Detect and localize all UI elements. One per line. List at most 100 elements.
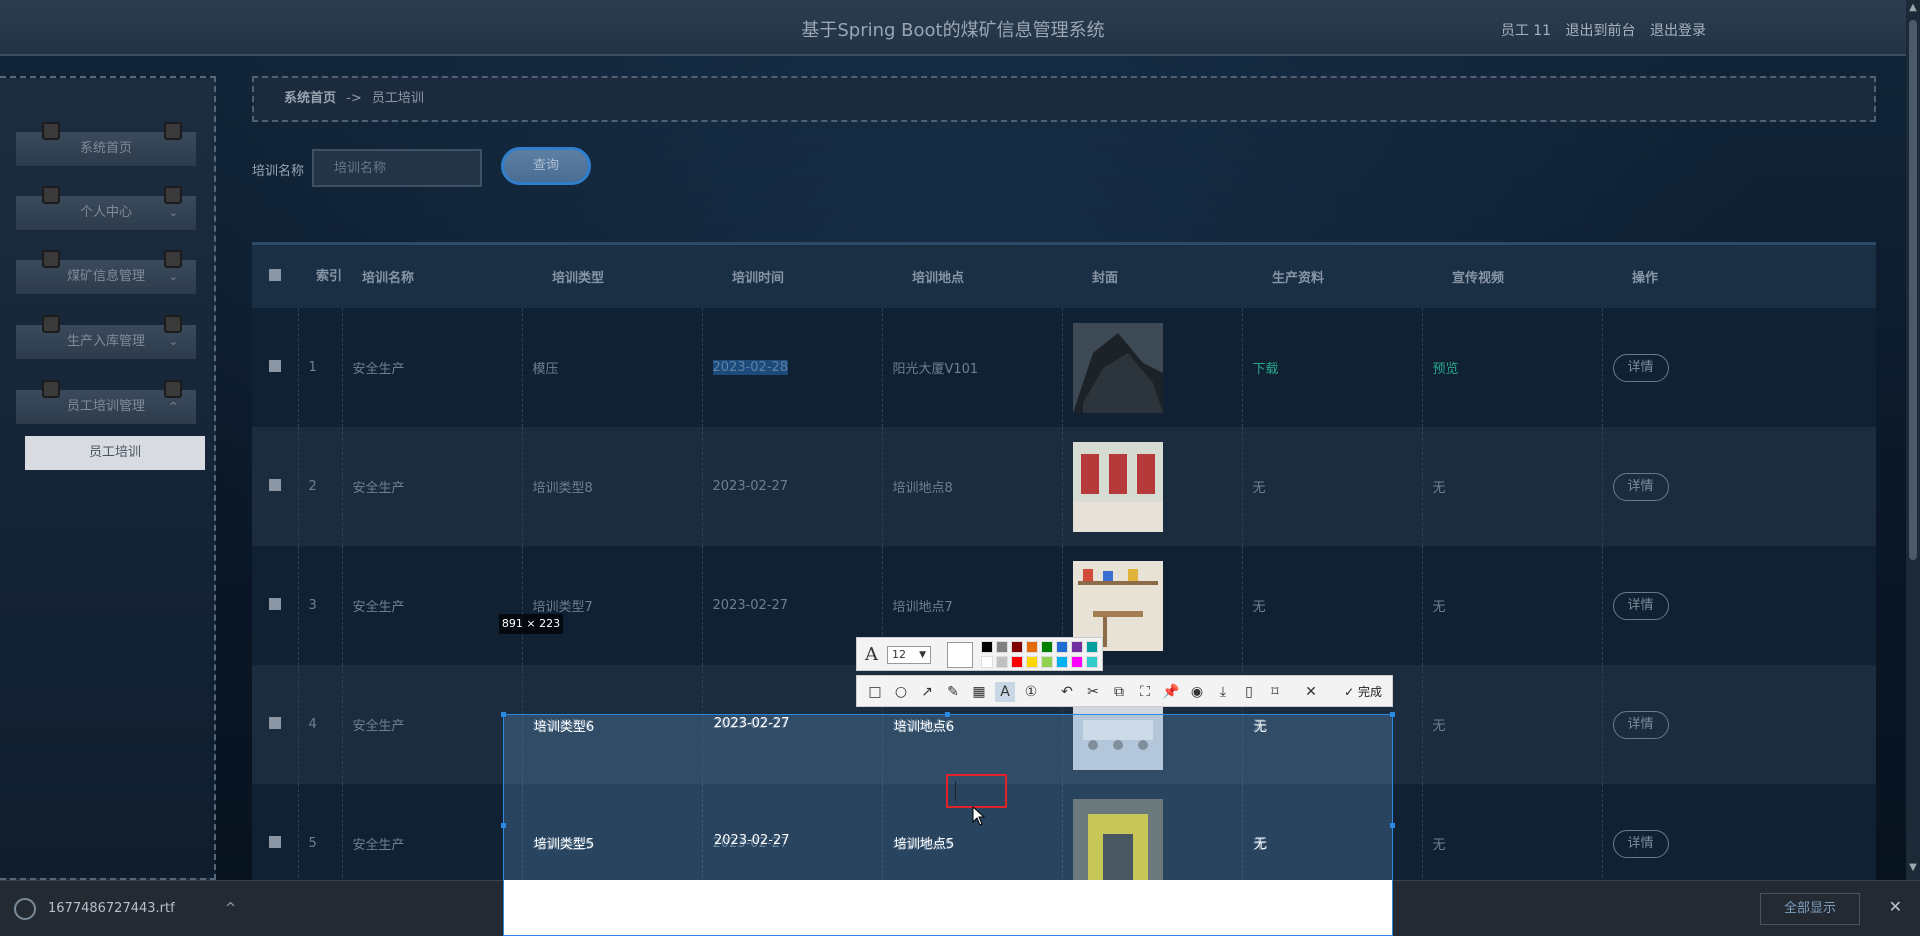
- select-all-checkbox[interactable]: [252, 245, 298, 308]
- color-swatch[interactable]: [1071, 656, 1083, 668]
- bookmark-icon[interactable]: ⌑: [1265, 682, 1285, 702]
- close-download-bar-icon[interactable]: ✕: [1889, 897, 1902, 916]
- chevron-down-icon: ⌄: [168, 270, 178, 283]
- detail-button[interactable]: 详情: [1612, 710, 1669, 739]
- row-cover: [1061, 308, 1242, 427]
- user-name: 员工 11: [1500, 23, 1552, 39]
- mouse-cursor-icon: [972, 806, 986, 826]
- detail-button[interactable]: 详情: [1612, 829, 1669, 858]
- ellipse-tool-icon[interactable]: ○: [891, 682, 911, 702]
- color-swatch[interactable]: [1026, 656, 1038, 668]
- font-size-select[interactable]: 12 ▼: [887, 646, 931, 664]
- page-scrollbar[interactable]: ▲ ▼: [1906, 0, 1920, 880]
- resize-handle[interactable]: [501, 823, 506, 828]
- color-swatch[interactable]: [1056, 656, 1068, 668]
- show-all-downloads-button[interactable]: 全部显示: [1760, 893, 1860, 925]
- screen-capture-icon[interactable]: ⛶: [1135, 682, 1155, 702]
- color-swatch[interactable]: [1026, 641, 1038, 653]
- scroll-thumb[interactable]: [1909, 20, 1917, 560]
- logout-link[interactable]: 退出登录: [1650, 23, 1706, 39]
- current-color-swatch[interactable]: [947, 642, 973, 668]
- resize-handle[interactable]: [1390, 823, 1395, 828]
- color-swatch[interactable]: [1086, 641, 1098, 653]
- cut-icon[interactable]: ✂: [1083, 682, 1103, 702]
- download-link[interactable]: 下载: [1253, 362, 1279, 377]
- color-swatch[interactable]: [1056, 641, 1068, 653]
- scroll-down-arrow-icon[interactable]: ▼: [1908, 862, 1918, 873]
- row-video: 预览: [1421, 308, 1602, 427]
- screenshot-toolbar: □ ○ ↗ ✎ ▦ A ① ↶ ✂ ⧉ ⛶ 📌 ◉ ⤓ ▯ ⌑ ✕ ✓ 完成: [856, 675, 1393, 707]
- breadcrumb-current: 员工培训: [371, 91, 424, 106]
- row-checkbox[interactable]: [252, 427, 298, 546]
- scroll-up-arrow-icon[interactable]: ▲: [1908, 2, 1918, 13]
- row-place: 培训地点8: [881, 427, 1062, 546]
- row-checkbox[interactable]: [252, 665, 298, 784]
- row-material: 下载: [1241, 308, 1422, 427]
- clip-icon: [42, 380, 60, 398]
- breadcrumb-home[interactable]: 系统首页: [284, 91, 336, 106]
- header-user-area: 员工 11 退出到前台 退出登录: [1491, 20, 1706, 40]
- mosaic-tool-icon[interactable]: ▦: [969, 682, 989, 702]
- sidebar-item-home[interactable]: 系统首页: [16, 122, 196, 166]
- row-cover: [1061, 427, 1242, 546]
- color-swatch[interactable]: [996, 656, 1008, 668]
- back-to-front-link[interactable]: 退出到前台: [1566, 23, 1636, 39]
- resize-handle[interactable]: [1390, 712, 1395, 717]
- sidebar-item-label: 系统首页: [79, 141, 132, 156]
- sidebar-item-coal-info[interactable]: 煤矿信息管理 ⌄: [16, 250, 196, 294]
- ocr-icon[interactable]: ⧉: [1109, 682, 1129, 702]
- clip-icon: [42, 122, 60, 140]
- sidebar-item-personal-center[interactable]: 个人中心 ⌄: [16, 186, 196, 230]
- color-swatch[interactable]: [981, 641, 993, 653]
- resize-handle[interactable]: [501, 712, 506, 717]
- download-filename: 1677486727443.rtf: [48, 901, 175, 916]
- arrow-tool-icon[interactable]: ↗: [917, 682, 937, 702]
- row-checkbox[interactable]: [252, 308, 298, 427]
- text-tool-icon[interactable]: A: [995, 682, 1015, 702]
- download-item[interactable]: 1677486727443.rtf ^: [12, 891, 236, 927]
- detail-button[interactable]: 详情: [1612, 472, 1669, 501]
- color-swatch[interactable]: [981, 656, 993, 668]
- sidebar-item-production-storage[interactable]: 生产入库管理 ⌄: [16, 315, 196, 359]
- app-header: 基于Spring Boot的煤矿信息管理系统 员工 11 退出到前台 退出登录: [0, 0, 1906, 56]
- color-swatch[interactable]: [1011, 656, 1023, 668]
- selection-size-label: 891 × 223: [499, 614, 563, 634]
- row-index: 2: [297, 427, 342, 546]
- sidebar-item-training-management[interactable]: 员工培训管理 ^: [16, 380, 196, 424]
- cover-image: [1072, 322, 1163, 413]
- pin-icon[interactable]: 📌: [1161, 682, 1181, 702]
- done-button[interactable]: ✓ 完成: [1344, 682, 1382, 702]
- row-material: 无: [1241, 546, 1422, 665]
- col-header-action: 操作: [1602, 245, 1876, 308]
- color-swatch[interactable]: [1071, 641, 1083, 653]
- breadcrumb-separator: ->: [346, 91, 362, 106]
- color-swatch[interactable]: [1041, 641, 1053, 653]
- record-icon[interactable]: ◉: [1187, 682, 1207, 702]
- preview-link[interactable]: 预览: [1433, 362, 1459, 377]
- row-checkbox[interactable]: [252, 546, 298, 665]
- selection-text: 无: [1254, 837, 1268, 852]
- undo-icon[interactable]: ↶: [1057, 682, 1077, 702]
- selection-text: 培训地点6: [894, 720, 955, 735]
- chevron-up-icon: ^: [168, 400, 178, 413]
- pencil-tool-icon[interactable]: ✎: [943, 682, 963, 702]
- chevron-up-icon[interactable]: ^: [225, 891, 236, 927]
- col-header-time: 培训时间: [702, 245, 882, 308]
- sidebar-item-label: 员工培训管理: [66, 399, 145, 414]
- phone-icon[interactable]: ▯: [1239, 682, 1259, 702]
- color-swatch[interactable]: [1041, 656, 1053, 668]
- color-swatch[interactable]: [1086, 656, 1098, 668]
- detail-button[interactable]: 详情: [1612, 591, 1669, 620]
- search-input[interactable]: [312, 149, 482, 187]
- number-tool-icon[interactable]: ①: [1021, 682, 1041, 702]
- search-button[interactable]: 查询: [501, 147, 591, 185]
- resize-handle[interactable]: [945, 712, 950, 717]
- color-swatch[interactable]: [1011, 641, 1023, 653]
- cancel-icon[interactable]: ✕: [1301, 682, 1321, 702]
- row-time: 2023-02-27: [701, 546, 882, 665]
- save-icon[interactable]: ⤓: [1213, 682, 1233, 702]
- detail-button[interactable]: 详情: [1612, 353, 1669, 382]
- color-swatch[interactable]: [996, 641, 1008, 653]
- rectangle-tool-icon[interactable]: □: [865, 682, 885, 702]
- sidebar-subitem-training[interactable]: 员工培训: [25, 436, 205, 470]
